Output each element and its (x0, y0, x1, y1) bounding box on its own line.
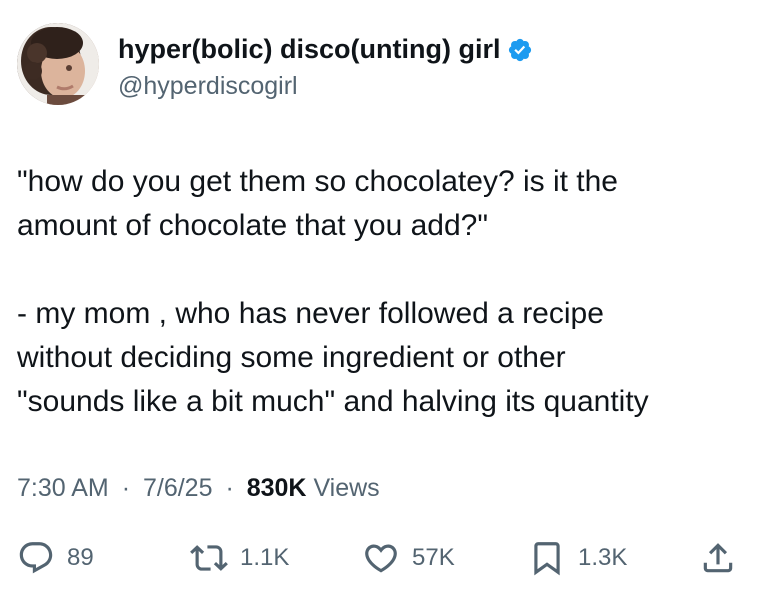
bookmark-icon (534, 542, 560, 576)
views-label: Views (313, 474, 380, 502)
tweet-line: without deciding some ingredient or othe… (17, 341, 566, 374)
tweet-line: amount of chocolate that you add?" (17, 209, 488, 242)
reply-button[interactable]: 89 (17, 536, 94, 580)
share-icon (703, 543, 733, 573)
author-handle[interactable]: @hyperdiscogirl (118, 72, 298, 101)
heart-icon (365, 544, 397, 573)
meta-separator: · (121, 474, 131, 502)
retweet-count: 1.1K (240, 544, 290, 571)
action-bar: 89 1.1K 57K 1.3K (0, 536, 760, 580)
author-display-name[interactable]: hyper(bolic) disco(unting) girl (118, 34, 500, 65)
author-avatar[interactable] (17, 23, 99, 105)
tweet-line: - my mom , who has never followed a reci… (17, 297, 604, 330)
avatar-image (17, 23, 99, 105)
reply-icon (19, 542, 53, 574)
bookmark-count: 1.3K (578, 544, 628, 571)
tweet-meta: 7:30 AM · 7/6/25 · 830K Views (17, 474, 380, 503)
like-button[interactable]: 57K (362, 536, 455, 580)
verified-badge-icon (509, 38, 532, 61)
retweet-button[interactable]: 1.1K (190, 536, 289, 580)
share-button[interactable] (699, 536, 737, 580)
views-count: 830K (246, 474, 307, 502)
tweet-time[interactable]: 7:30 AM (17, 474, 109, 502)
tweet-text: "how do you get them so chocolatey? is i… (17, 160, 742, 424)
retweet-icon (190, 545, 228, 571)
bookmark-button[interactable]: 1.3K (528, 536, 627, 580)
tweet-line: "sounds like a bit much" and halving its… (17, 385, 649, 418)
like-count: 57K (412, 544, 455, 571)
author-name-row: hyper(bolic) disco(unting) girl (118, 34, 533, 65)
tweet-line: "how do you get them so chocolatey? is i… (17, 165, 618, 198)
tweet-date[interactable]: 7/6/25 (143, 474, 213, 502)
reply-count: 89 (67, 544, 94, 571)
meta-separator: · (225, 474, 234, 502)
